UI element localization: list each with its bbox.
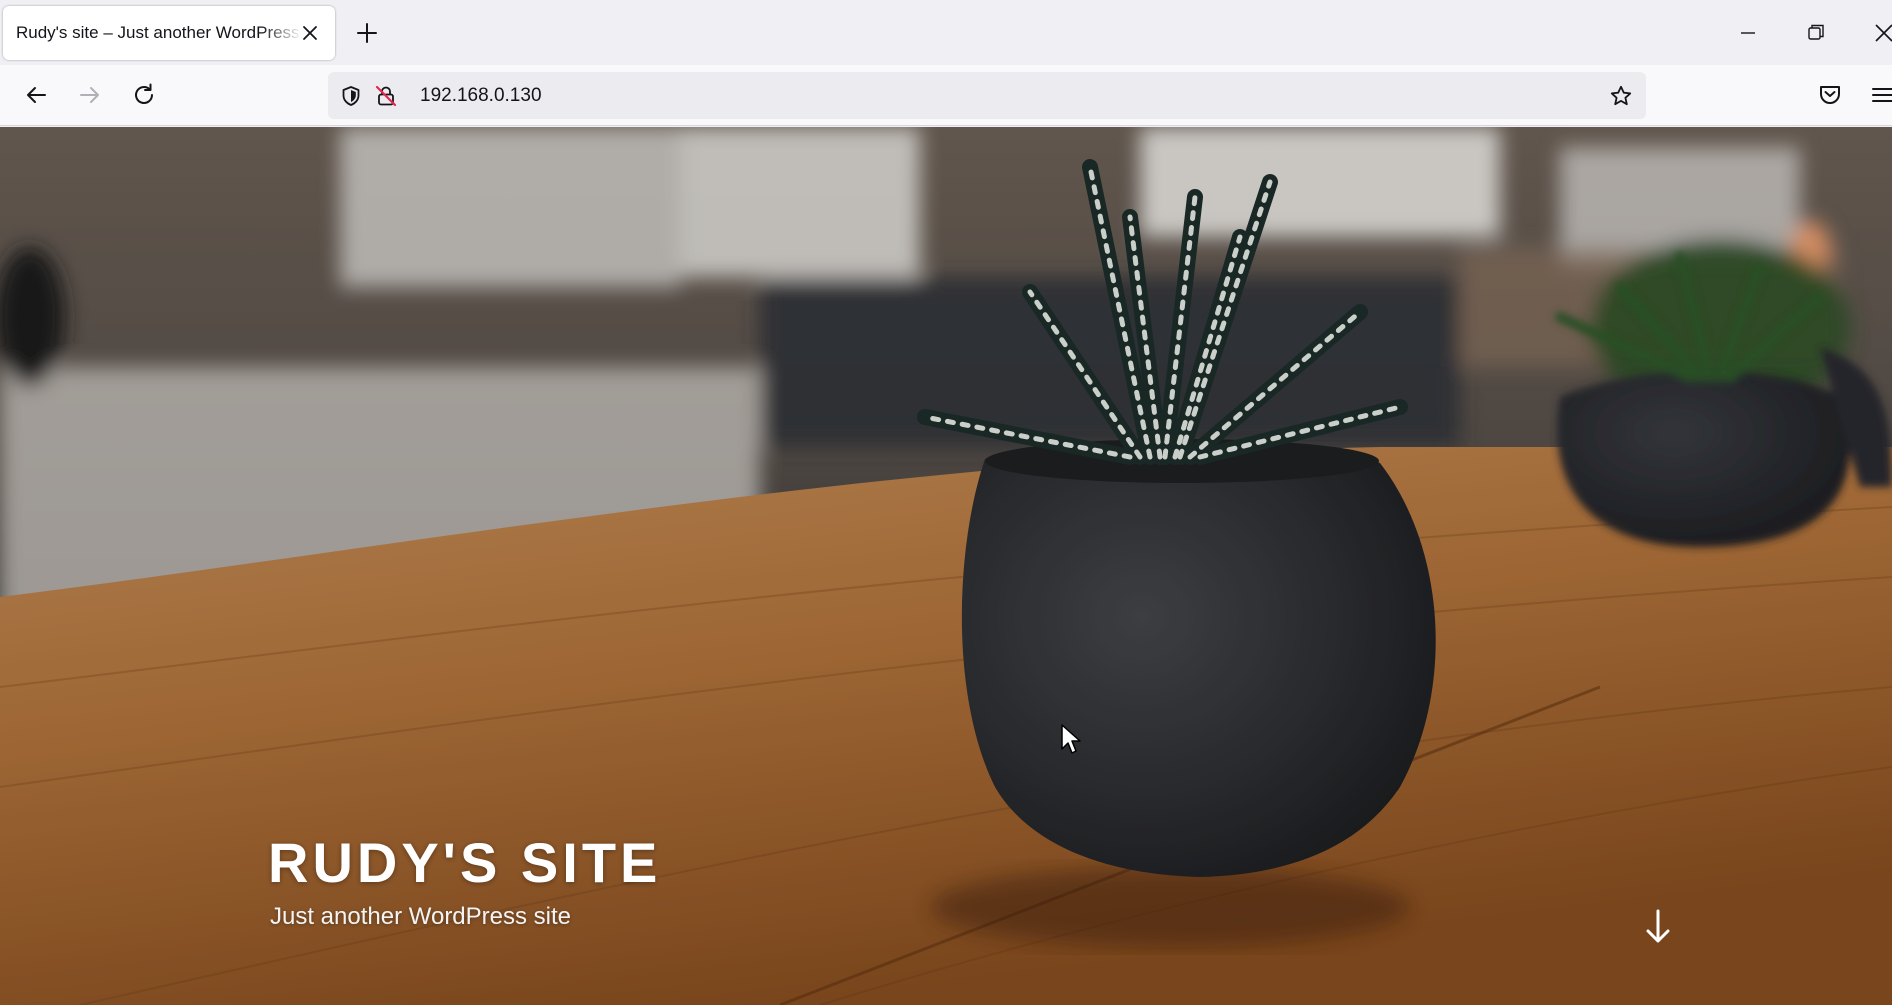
- minimize-icon[interactable]: [1733, 18, 1763, 48]
- hero-header: RUDY'S SITE Just another WordPress site: [0, 127, 1892, 1005]
- navigation-toolbar: 192.168.0.130: [0, 65, 1892, 126]
- browser-tab-active[interactable]: Rudy's site – Just another WordPress sit…: [3, 6, 335, 60]
- restore-icon[interactable]: [1801, 18, 1831, 48]
- reload-icon[interactable]: [129, 80, 159, 110]
- lock-insecure-icon[interactable]: [374, 84, 398, 108]
- arrow-right-icon[interactable]: [75, 80, 105, 110]
- url-text[interactable]: 192.168.0.130: [420, 72, 542, 119]
- close-icon[interactable]: [299, 22, 321, 44]
- address-bar[interactable]: 192.168.0.130: [328, 72, 1646, 119]
- arrow-left-icon[interactable]: [21, 80, 51, 110]
- star-icon[interactable]: [1609, 84, 1633, 108]
- hamburger-menu-icon[interactable]: [1870, 81, 1892, 109]
- mouse-cursor-icon: [1061, 724, 1081, 754]
- tab-strip: Rudy's site – Just another WordPress sit…: [0, 0, 1892, 65]
- pocket-icon[interactable]: [1816, 81, 1844, 109]
- shield-icon[interactable]: [339, 84, 363, 108]
- plus-icon[interactable]: [354, 20, 380, 46]
- site-title[interactable]: RUDY'S SITE: [268, 830, 661, 895]
- close-window-icon[interactable]: [1869, 18, 1892, 48]
- tab-title: Rudy's site – Just another WordPress sit…: [16, 23, 302, 42]
- site-description: Just another WordPress site: [270, 903, 572, 930]
- arrow-down-icon[interactable]: [1643, 907, 1673, 947]
